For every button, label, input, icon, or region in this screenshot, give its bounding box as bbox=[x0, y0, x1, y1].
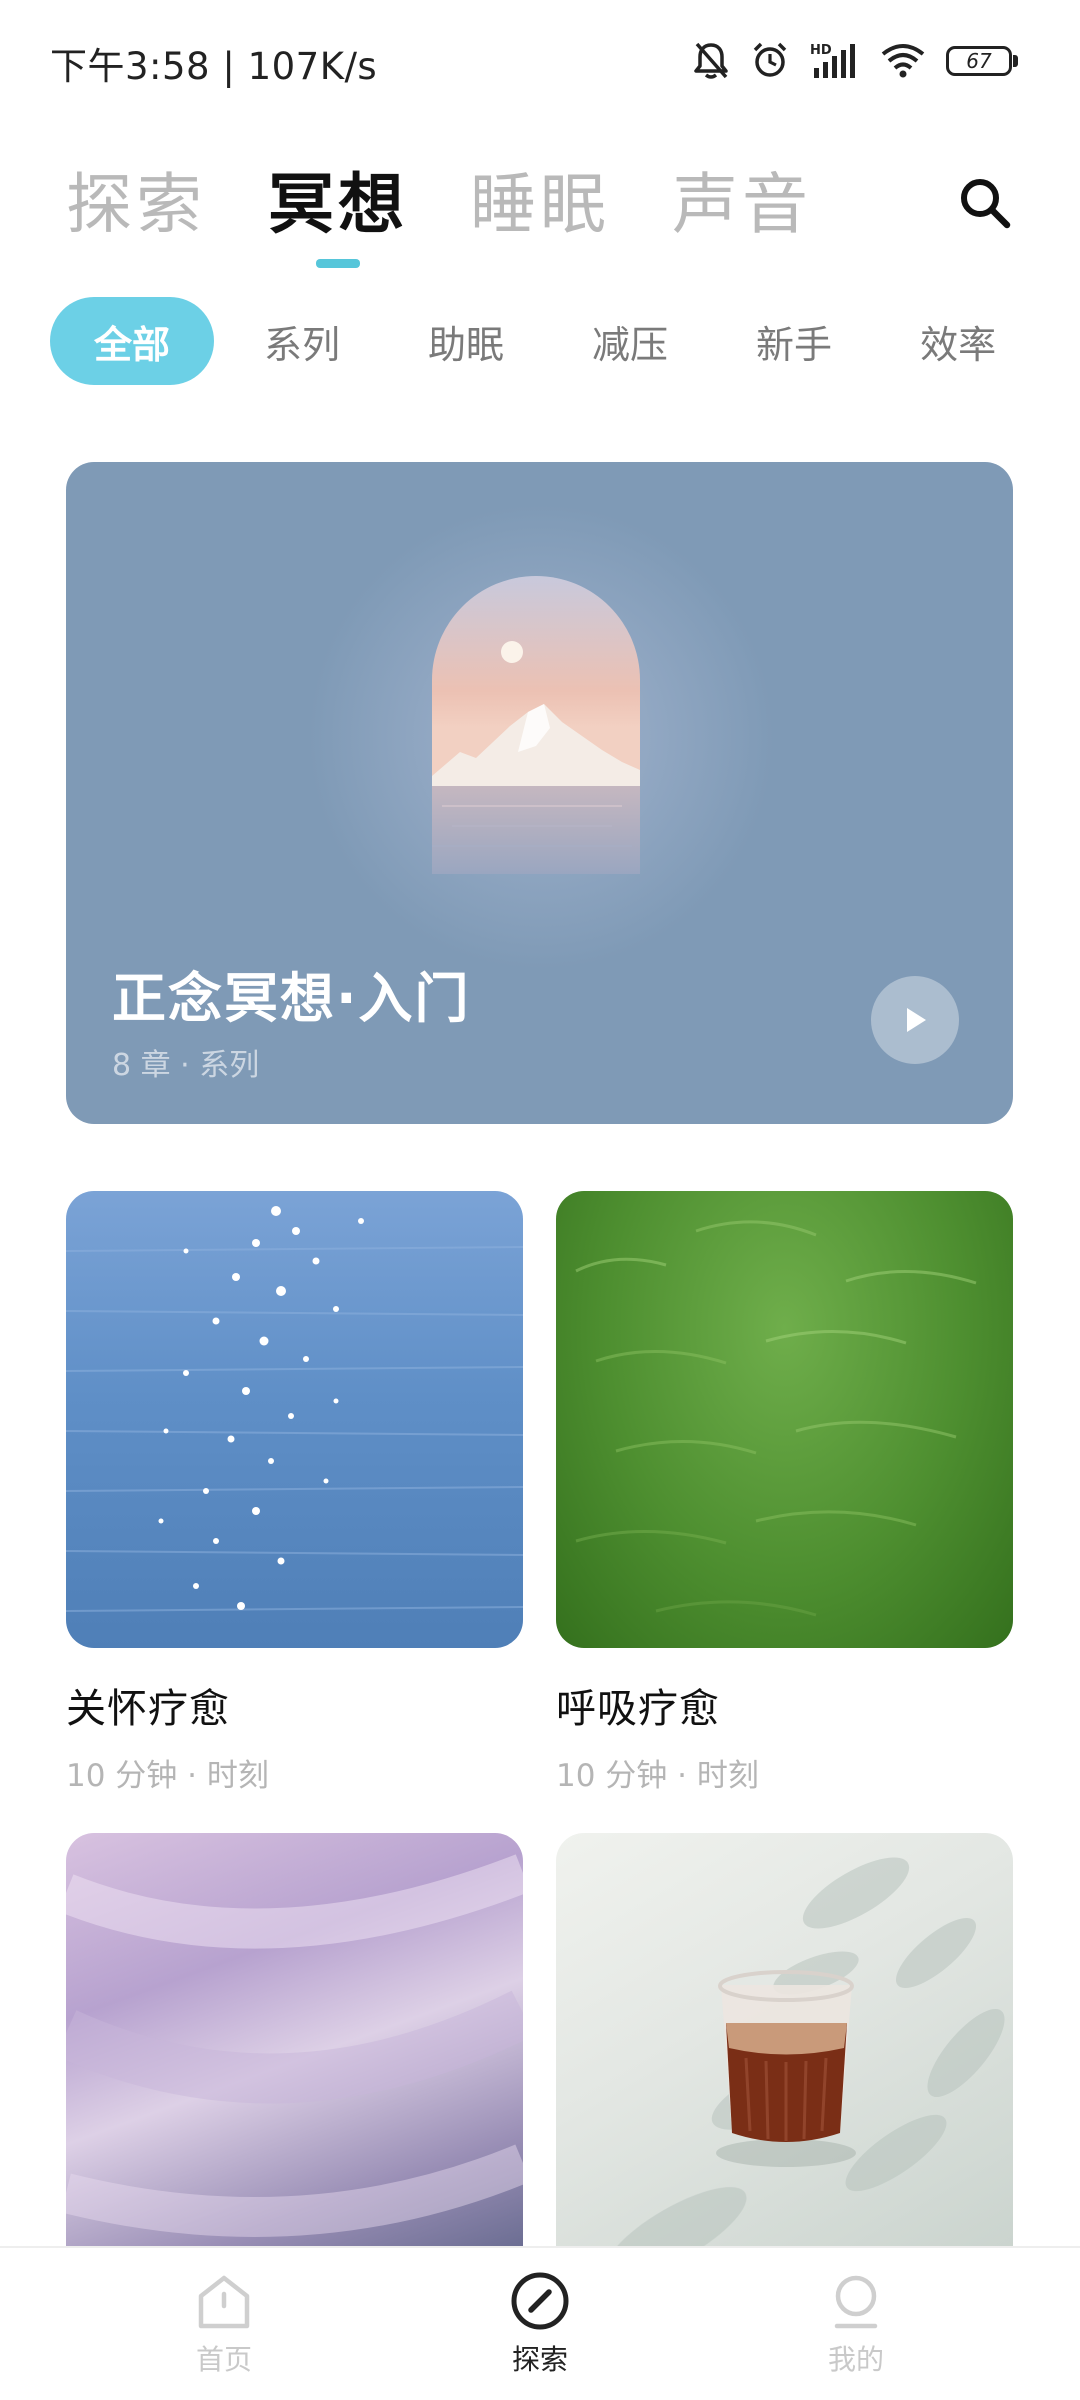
play-button[interactable] bbox=[871, 976, 959, 1064]
card-breathing-healing[interactable]: 呼吸疗愈 10 分钟 · 时刻 bbox=[556, 1191, 1013, 1795]
nav-profile[interactable]: 我的 bbox=[776, 2270, 936, 2378]
nav-explore[interactable]: 探索 bbox=[460, 2270, 620, 2378]
nav-explore-label: 探索 bbox=[511, 2343, 568, 2376]
card-thumbnail-fabric bbox=[66, 1833, 523, 2290]
card-care-healing[interactable]: 关怀疗愈 10 分钟 · 时刻 bbox=[66, 1191, 523, 1795]
chip-beginner[interactable]: 新手 bbox=[718, 297, 870, 385]
bell-muted-icon bbox=[692, 40, 730, 80]
featured-artwork bbox=[432, 576, 640, 874]
tab-sleep[interactable]: 睡眠 bbox=[470, 160, 610, 250]
card-title: 呼吸疗愈 bbox=[556, 1686, 720, 1732]
nav-home-label: 首页 bbox=[195, 2343, 252, 2376]
chip-series[interactable]: 系列 bbox=[226, 297, 378, 385]
search-icon bbox=[961, 179, 1011, 229]
card-meta: 10 分钟 · 时刻 bbox=[556, 1758, 759, 1794]
tab-meditation-label: 冥想 bbox=[268, 166, 408, 243]
card-meta: 10 分钟 · 时刻 bbox=[66, 1758, 269, 1794]
chip-all[interactable]: 全部 bbox=[50, 297, 214, 385]
card-thumbnail-coffee bbox=[556, 1833, 1013, 2290]
battery-icon: 67 bbox=[946, 44, 1018, 76]
featured-title: 正念冥想·入门 bbox=[112, 967, 471, 1030]
card-thumbnail-grass bbox=[556, 1191, 1013, 1648]
wifi-icon bbox=[880, 41, 926, 79]
bottom-nav: 首页 探索 我的 bbox=[0, 2246, 1080, 2400]
category-chips: 全部 系列 助眠 减压 新手 效率 bbox=[50, 297, 1046, 385]
tab-sound[interactable]: 声音 bbox=[672, 160, 812, 250]
card-fabric[interactable] bbox=[66, 1833, 523, 2290]
nav-home[interactable]: 首页 bbox=[144, 2270, 304, 2378]
compass-icon bbox=[511, 2272, 569, 2330]
featured-meta: 8 章 · 系列 bbox=[112, 1048, 260, 1083]
card-title: 关怀疗愈 bbox=[66, 1686, 230, 1732]
chip-efficiency[interactable]: 效率 bbox=[882, 297, 1034, 385]
chip-sleep-aid[interactable]: 助眠 bbox=[390, 297, 542, 385]
chip-stress-relief[interactable]: 减压 bbox=[554, 297, 706, 385]
card-thumbnail-water bbox=[66, 1191, 523, 1648]
nav-profile-label: 我的 bbox=[827, 2343, 884, 2376]
svg-text:HD: HD bbox=[810, 43, 832, 58]
status-bar: 下午3:58 | 107K/s HD 67 bbox=[0, 0, 1080, 120]
top-tabs: 探索 冥想 睡眠 声音 bbox=[66, 160, 812, 268]
card-coffee[interactable] bbox=[556, 1833, 1013, 2290]
status-icons: HD 67 bbox=[692, 36, 1018, 84]
profile-icon bbox=[834, 2275, 878, 2329]
play-icon bbox=[907, 1008, 926, 1032]
status-time: 下午3:58 | 107K/s bbox=[50, 45, 378, 88]
tab-meditation[interactable]: 冥想 bbox=[268, 160, 408, 268]
active-tab-indicator bbox=[316, 259, 360, 268]
home-icon bbox=[198, 2275, 250, 2329]
featured-card[interactable]: 正念冥想·入门 8 章 · 系列 bbox=[66, 462, 1013, 1124]
tab-explore[interactable]: 探索 bbox=[66, 160, 206, 250]
alarm-icon bbox=[750, 40, 790, 80]
hd-signal-icon: HD bbox=[810, 40, 860, 80]
search-button[interactable] bbox=[950, 168, 1020, 238]
battery-level: 67 bbox=[966, 49, 992, 73]
